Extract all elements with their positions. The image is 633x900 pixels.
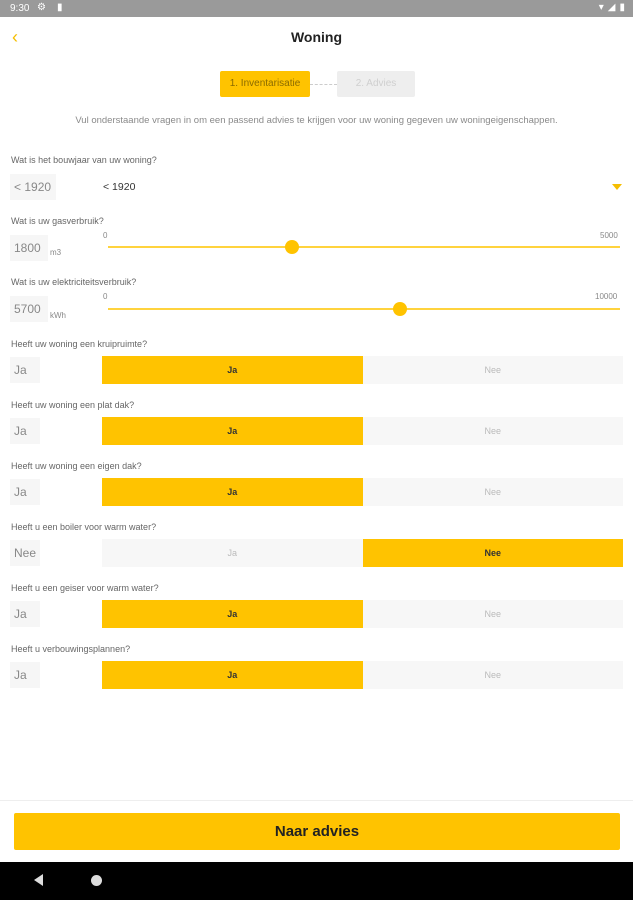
kruipruimte-nee[interactable]: Nee [362, 356, 623, 384]
footer-divider [0, 800, 633, 801]
gas-slider-track[interactable] [108, 246, 620, 248]
eigen-dak-nee[interactable]: Nee [362, 478, 623, 506]
status-time: 9:30 [10, 3, 30, 14]
app-header: ‹ Woning [0, 17, 633, 61]
elektriciteit-value: 5700 [10, 296, 48, 322]
nav-home-icon[interactable] [91, 875, 102, 886]
question-bouwjaar-label: Wat is het bouwjaar van uw woning? [11, 155, 157, 165]
gas-max: 5000 [600, 231, 618, 240]
status-icons: ▾ ◢ ▮ [599, 2, 625, 13]
kruipruimte-value: Ja [10, 357, 40, 383]
step-inventarisatie[interactable]: 1. Inventarisatie [220, 71, 310, 97]
gas-slider-thumb[interactable] [285, 240, 300, 254]
plat-dak-ja[interactable]: Ja [102, 417, 363, 445]
geiser-toggle: Ja Nee [102, 600, 623, 628]
question-geiser-label: Heeft u een geiser voor warm water? [11, 583, 159, 593]
elektriciteit-slider-thumb[interactable] [392, 302, 407, 316]
intro-text: Vul onderstaande vragen in om een passen… [75, 115, 558, 126]
elektriciteit-min: 0 [103, 292, 108, 301]
battery-icon: ▮ [619, 2, 625, 13]
bouwjaar-value: < 1920 [10, 174, 56, 200]
elektriciteit-max: 10000 [595, 292, 618, 301]
question-plat-dak-label: Heeft uw woning een plat dak? [11, 400, 135, 410]
boiler-value: Nee [10, 540, 40, 566]
elektriciteit-slider-track[interactable] [108, 308, 620, 310]
question-elektriciteit-label: Wat is uw elektriciteitsverbruik? [11, 277, 137, 287]
nav-back-icon[interactable] [34, 874, 43, 886]
step-advies[interactable]: 2. Advies [337, 71, 415, 97]
eigen-dak-ja[interactable]: Ja [102, 478, 363, 506]
verbouwing-nee[interactable]: Nee [362, 661, 623, 689]
step-connector [310, 84, 337, 85]
gas-min: 0 [103, 231, 108, 240]
verbouwing-toggle: Ja Nee [102, 661, 623, 689]
boiler-ja[interactable]: Ja [102, 539, 363, 567]
verbouwing-value: Ja [10, 662, 40, 688]
kruipruimte-ja[interactable]: Ja [102, 356, 363, 384]
geiser-value: Ja [10, 601, 40, 627]
wifi-icon: ▾ [598, 2, 604, 13]
naar-advies-button[interactable]: Naar advies [14, 813, 620, 850]
question-gas-label: Wat is uw gasverbruik? [11, 216, 104, 226]
system-nav-bar [0, 862, 633, 900]
plat-dak-toggle: Ja Nee [102, 417, 623, 445]
verbouwing-ja[interactable]: Ja [102, 661, 363, 689]
eigen-dak-toggle: Ja Nee [102, 478, 623, 506]
question-verbouwing-label: Heeft u verbouwingsplannen? [11, 644, 131, 654]
chevron-down-icon[interactable] [612, 184, 622, 190]
kruipruimte-toggle: Ja Nee [102, 356, 623, 384]
question-boiler-label: Heeft u een boiler voor warm water? [11, 522, 157, 532]
geiser-ja[interactable]: Ja [102, 600, 363, 628]
boiler-toggle: Ja Nee [102, 539, 623, 567]
eigen-dak-value: Ja [10, 479, 40, 505]
signal-icon: ◢ [607, 2, 616, 13]
page-title: Woning [290, 29, 343, 45]
question-eigen-dak-label: Heeft uw woning een eigen dak? [11, 461, 142, 471]
question-kruipruimte-label: Heeft uw woning een kruipruimte? [11, 339, 148, 349]
plat-dak-nee[interactable]: Nee [362, 417, 623, 445]
plat-dak-value: Ja [10, 418, 40, 444]
settings-icon: ⚙ [37, 2, 46, 13]
geiser-nee[interactable]: Nee [362, 600, 623, 628]
bouwjaar-select[interactable]: < 1920 [103, 181, 135, 193]
gas-value: 1800 [10, 235, 48, 261]
stepper: 1. Inventarisatie 2. Advies [0, 71, 633, 97]
boiler-nee[interactable]: Nee [362, 539, 623, 567]
elektriciteit-unit: kWh [50, 311, 66, 320]
status-bar: 9:30 ⚙ ▮ ▾ ◢ ▮ [0, 0, 633, 17]
sim-card-icon: ▮ [57, 2, 63, 13]
gas-unit: m3 [50, 248, 62, 257]
